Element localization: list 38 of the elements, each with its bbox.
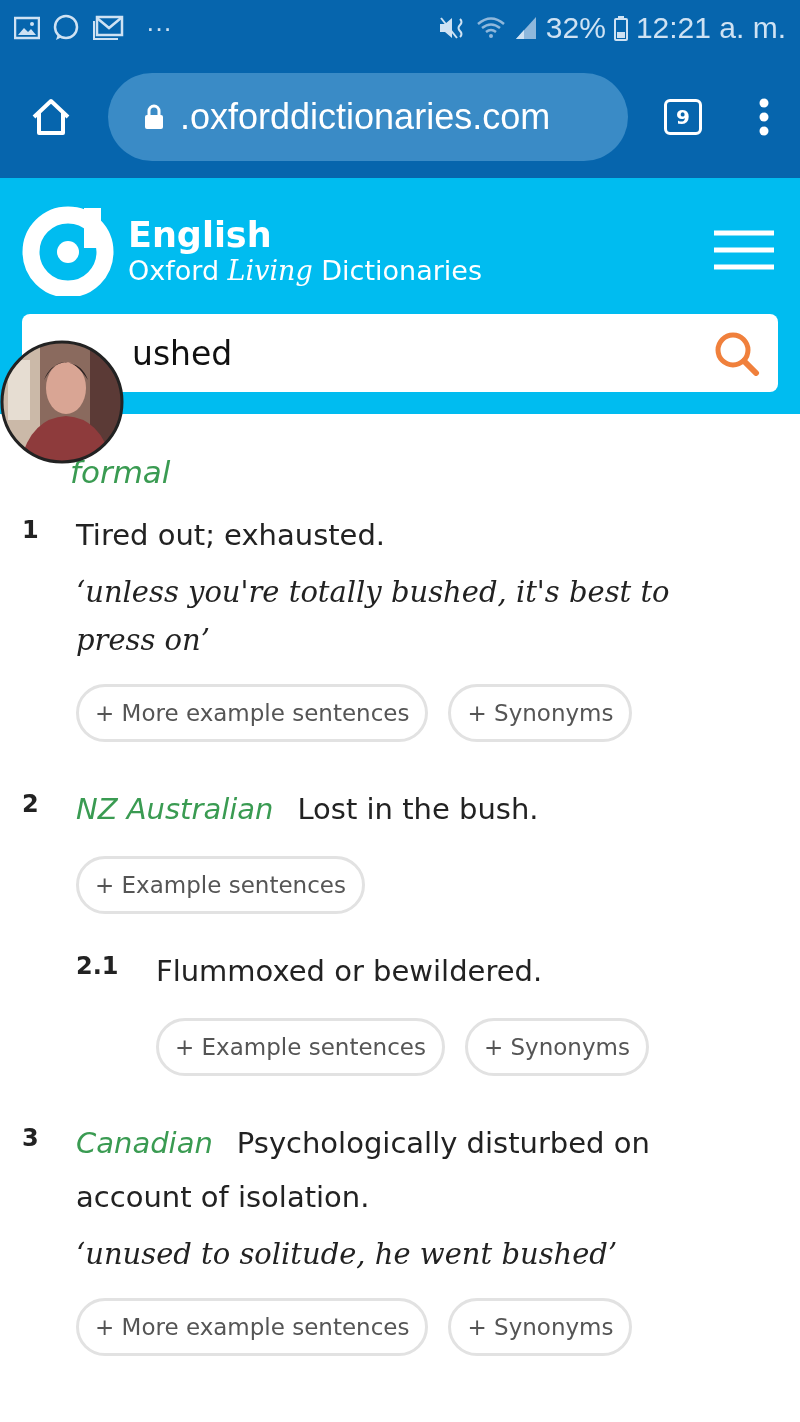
definition: Flummoxed or bewildered. (156, 953, 544, 990)
wifi-icon (475, 15, 506, 41)
expand-button[interactable]: + More example sentences (76, 684, 429, 742)
example-sentence: ‘unused to solitude, he went bushed’ (76, 1236, 619, 1273)
chat-icon (52, 14, 80, 42)
expand-button[interactable]: + Example sentences (156, 1018, 445, 1076)
lock-icon (144, 104, 164, 130)
definition: Canadian Psychologically disturbed on account of isolation. (76, 1125, 651, 1216)
expand-button[interactable]: + Synonyms (448, 1298, 633, 1356)
definition: Tired out; exhausted. (76, 517, 387, 554)
url-text: .oxforddictionaries.com (180, 96, 551, 138)
mail-icon (92, 15, 124, 41)
battery-level: 32% (545, 11, 606, 45)
expand-button[interactable]: + Synonyms (464, 1018, 649, 1076)
clock: 12:21 a. m. (635, 11, 786, 45)
expand-button[interactable]: + Example sentences (76, 856, 365, 914)
site-subtitle: Oxford Living Dictionaries (128, 254, 483, 286)
tab-count-button[interactable]: 9 (664, 99, 702, 135)
definition: NZ Australian Lost in the bush. (76, 791, 540, 828)
home-icon[interactable] (30, 97, 72, 137)
sense-number: 2 (22, 789, 40, 820)
expand-button[interactable]: + More example sentences (76, 1298, 429, 1356)
logo-icon (22, 204, 114, 296)
site-title: English (128, 214, 273, 255)
search-bar[interactable]: ushed (22, 314, 778, 392)
address-bar[interactable]: .oxforddictionaries.com (108, 73, 628, 161)
battery-icon (613, 15, 628, 41)
signal-icon (513, 15, 538, 41)
gallery-icon (14, 16, 40, 40)
sense-number: 2.1 (76, 951, 120, 982)
register-label: formal (70, 454, 172, 490)
sense-number: 1 (22, 515, 40, 546)
sense-number: 3 (22, 1123, 40, 1154)
more-notifications: ··· (146, 12, 172, 44)
search-field[interactable]: ushed (132, 333, 712, 373)
menu-icon[interactable] (758, 97, 770, 137)
example-sentence: ‘unless you're totally bushed, it's best to press on’ (76, 574, 671, 659)
expand-button[interactable]: + Synonyms (448, 684, 633, 742)
